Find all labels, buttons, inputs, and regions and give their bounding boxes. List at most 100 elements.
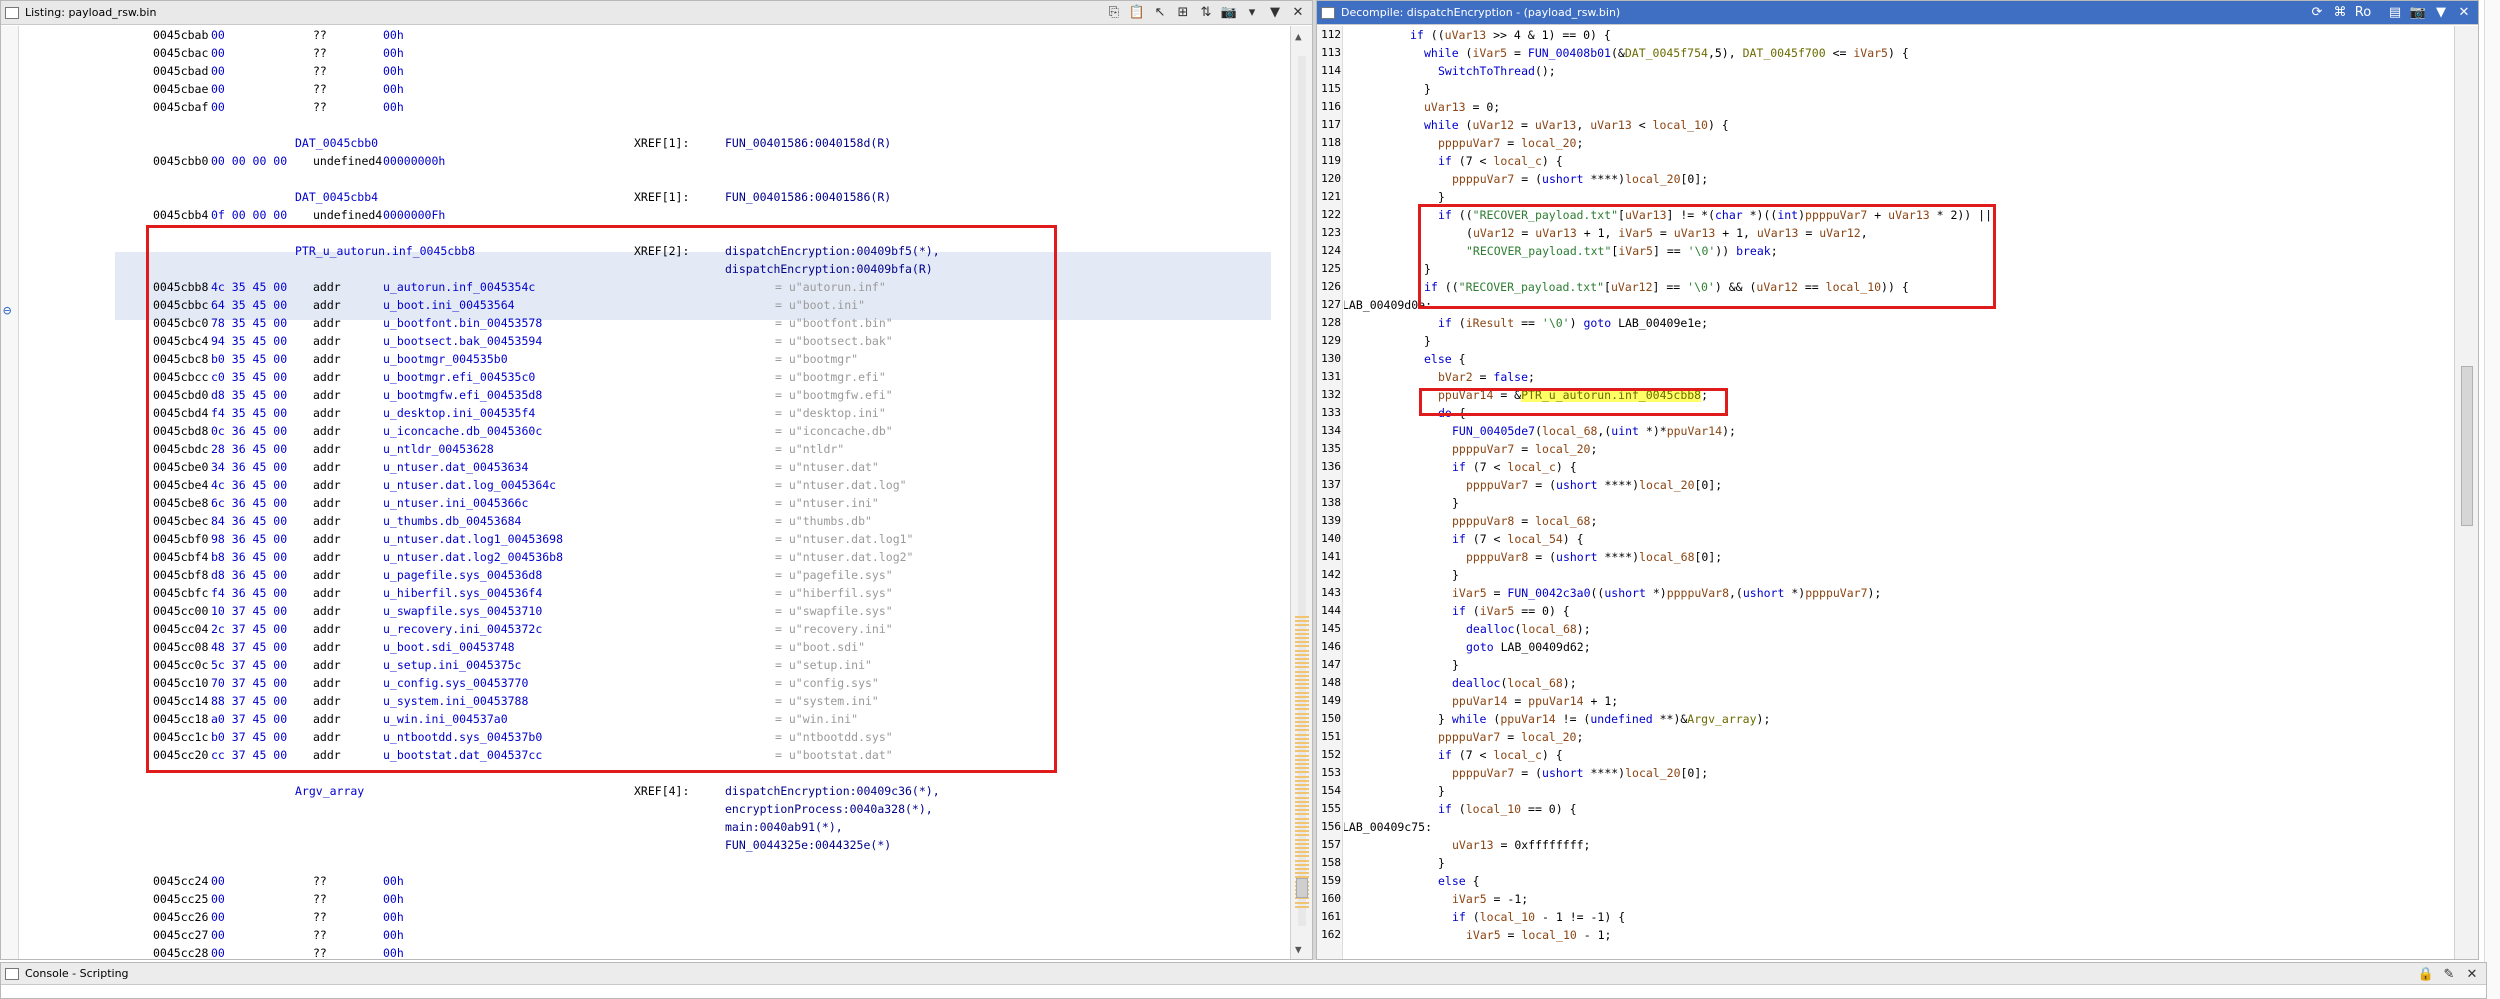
scroll-down-icon[interactable]: ▼ [1295, 943, 1302, 956]
refresh-icon[interactable]: ⟳ [2307, 3, 2327, 22]
code-line[interactable]: uVar13 = 0; [1424, 98, 1500, 116]
snapshot-icon[interactable]: 📷 [2408, 3, 2428, 22]
clear-icon[interactable]: ✎ [2439, 965, 2459, 984]
listing-row[interactable]: 0045cbb0 00 00 00 00 undefined4 00000000h [20, 152, 1290, 170]
code-line[interactable]: } [1452, 656, 1459, 674]
code-line[interactable]: ppppuVar7 = (ushort ****)local_20[0]; [1452, 764, 1708, 782]
code-line[interactable]: ppppuVar7 = (ushort ****)local_20[0]; [1452, 170, 1708, 188]
options-dropdown-icon[interactable]: ▾ [1242, 3, 1262, 22]
listing-row[interactable]: 0045cbab 00?? 00h [20, 26, 1290, 44]
code-line[interactable]: } [1438, 854, 1445, 872]
line-number: 161 [1321, 910, 1341, 923]
lock-icon[interactable]: 🔒 [2416, 965, 2436, 984]
copy-icon[interactable]: ⎘ [1104, 3, 1124, 22]
scroll-marker [1295, 800, 1309, 803]
code-line[interactable]: if (local_10 == 0) { [1438, 800, 1577, 818]
listing-row[interactable]: 0045cbae 00?? 00h [20, 80, 1290, 98]
code-line[interactable]: SwitchToThread(); [1438, 62, 1556, 80]
label-row[interactable]: DAT_0045cbb0 XREF[1]: FUN_00401586:0040158… [20, 134, 1290, 152]
line-number: 141 [1321, 550, 1341, 563]
code-line[interactable]: while (iVar5 = FUN_00408b01(&DAT_0045f75… [1424, 44, 1909, 62]
code-line[interactable]: iVar5 = FUN_0042c3a0((ushort *)ppppuVar8… [1452, 584, 1881, 602]
code-line[interactable]: if (local_10 - 1 != -1) { [1452, 908, 1625, 926]
code-line[interactable]: uVar13 = 0xffffffff; [1452, 836, 1590, 854]
code-line[interactable]: else { [1438, 872, 1480, 890]
code-line[interactable]: dealloc(local_68); [1466, 620, 1591, 638]
label-row[interactable]: Argv_array XREF[4]: dispatchEncryption:004… [20, 782, 1290, 800]
menu-icon[interactable]: ▼ [2431, 3, 2451, 22]
code-line[interactable]: LAB_00409c75: [1344, 818, 1432, 836]
code-line[interactable]: } [1452, 494, 1459, 512]
code-line[interactable]: } while (ppuVar14 != (undefined **)&Argv… [1438, 710, 1770, 728]
export-icon[interactable]: ▤ [2385, 3, 2405, 22]
listing-row[interactable]: 0045cc28 00?? 00h [20, 944, 1290, 959]
line-number: 121 [1321, 190, 1341, 203]
listing-scrollbar[interactable]: ▲ ▼ [1290, 26, 1312, 959]
label-row[interactable]: DAT_0045cbb4 XREF[1]: FUN_00401586:0040158… [20, 188, 1290, 206]
decompiler-scrollbar[interactable] [2454, 26, 2478, 959]
code-line[interactable]: ppppuVar7 = local_20; [1438, 134, 1583, 152]
code-line[interactable]: bVar2 = false; [1438, 368, 1535, 386]
code-line[interactable]: if (7 < local_c) { [1452, 458, 1577, 476]
code-line[interactable]: ppppuVar8 = local_68; [1452, 512, 1597, 530]
code-line[interactable]: ppppuVar7 = local_20; [1438, 728, 1583, 746]
code-line[interactable]: if ((uVar13 >> 4 & 1) == 0) { [1410, 26, 1611, 44]
cursor-marker-icon: ⊖ [3, 303, 12, 319]
snapshot-icon[interactable]: 📷 [1219, 3, 1239, 22]
code-line[interactable]: } [1424, 332, 1431, 350]
label-row[interactable]: encryptionProcess:0040a328(*), [20, 800, 1290, 818]
listing-row[interactable]: 0045cc25 00?? 00h [20, 890, 1290, 908]
menu-icon[interactable]: ▼ [1265, 3, 1285, 22]
code-line[interactable]: else { [1424, 350, 1466, 368]
code-line[interactable]: dealloc(local_68); [1452, 674, 1577, 692]
code-line[interactable]: goto LAB_00409d62; [1466, 638, 1591, 656]
diff-icon[interactable]: ⇅ [1196, 3, 1216, 22]
code-line[interactable]: if (iResult == '\0') goto LAB_00409e1e; [1438, 314, 1708, 332]
listing-row[interactable]: 0045cbb4 0f 00 00 00 undefined4 0000000Fh [20, 206, 1290, 224]
line-number: 162 [1321, 928, 1341, 941]
code-line[interactable]: if (7 < local_c) { [1438, 746, 1563, 764]
listing-row[interactable]: 0045cc26 00?? 00h [20, 908, 1290, 926]
console-titlebar: Console - Scripting 🔒 ✎ ✕ [1, 963, 2486, 985]
code-line[interactable]: if (7 < local_c) { [1438, 152, 1563, 170]
line-number: 140 [1321, 532, 1341, 545]
cursor-icon[interactable]: ↖ [1150, 3, 1170, 22]
close-icon[interactable]: ✕ [1288, 3, 1308, 22]
code-line[interactable]: iVar5 = -1; [1452, 890, 1528, 908]
graph-icon[interactable]: ⌘ [2330, 3, 2350, 22]
mnemonic: ?? [313, 928, 327, 942]
listing-row[interactable]: 0045cbaf 00?? 00h [20, 98, 1290, 116]
read-only-toggle[interactable]: Ro [2353, 3, 2373, 22]
code-line[interactable]: } [1438, 782, 1445, 800]
scroll-thumb[interactable] [1296, 878, 1308, 898]
label-row[interactable]: FUN_0044325e:0044325e(*) [20, 836, 1290, 854]
listing-row[interactable]: 0045cc24 00?? 00h [20, 872, 1290, 890]
code-line[interactable]: ppppuVar8 = (ushort ****)local_68[0]; [1466, 548, 1722, 566]
code-line[interactable]: iVar5 = local_10 - 1; [1466, 926, 1611, 944]
field-edit-icon[interactable]: ⊞ [1173, 3, 1193, 22]
decompiler-code[interactable]: if ((uVar13 >> 4 & 1) == 0) {while (iVar… [1344, 26, 2454, 959]
code-line[interactable]: } [1424, 80, 1431, 98]
code-line[interactable]: FUN_00405de7(local_68,(uint *)*ppuVar14)… [1452, 422, 1736, 440]
code-line[interactable]: ppppuVar7 = (ushort ****)local_20[0]; [1466, 476, 1722, 494]
code-line[interactable]: if (iVar5 == 0) { [1452, 602, 1570, 620]
code-line[interactable]: while (uVar12 = uVar13, uVar13 < local_1… [1424, 116, 1729, 134]
line-number: 122 [1321, 208, 1341, 221]
code-line[interactable]: ppuVar14 = ppuVar14 + 1; [1452, 692, 1618, 710]
code-line[interactable]: ppppuVar7 = local_20; [1452, 440, 1597, 458]
close-icon[interactable]: ✕ [2454, 3, 2474, 22]
label-row[interactable]: main:0040ab91(*), [20, 818, 1290, 836]
code-line[interactable]: if (7 < local_54) { [1452, 530, 1584, 548]
listing-row[interactable]: 0045cc27 00?? 00h [20, 926, 1290, 944]
listing-row[interactable]: 0045cbad 00?? 00h [20, 62, 1290, 80]
scroll-up-icon[interactable]: ▲ [1295, 30, 1302, 43]
paste-icon[interactable]: 📋 [1127, 3, 1147, 22]
window-edge-scrollbar[interactable] [2484, 0, 2500, 999]
listing-row[interactable]: 0045cbac 00?? 00h [20, 44, 1290, 62]
scroll-thumb[interactable] [2461, 366, 2473, 526]
line-number: 134 [1321, 424, 1341, 437]
bytes: 00 [211, 82, 225, 96]
line-number: 136 [1321, 460, 1341, 473]
code-line[interactable]: } [1452, 566, 1459, 584]
close-icon[interactable]: ✕ [2462, 965, 2482, 984]
